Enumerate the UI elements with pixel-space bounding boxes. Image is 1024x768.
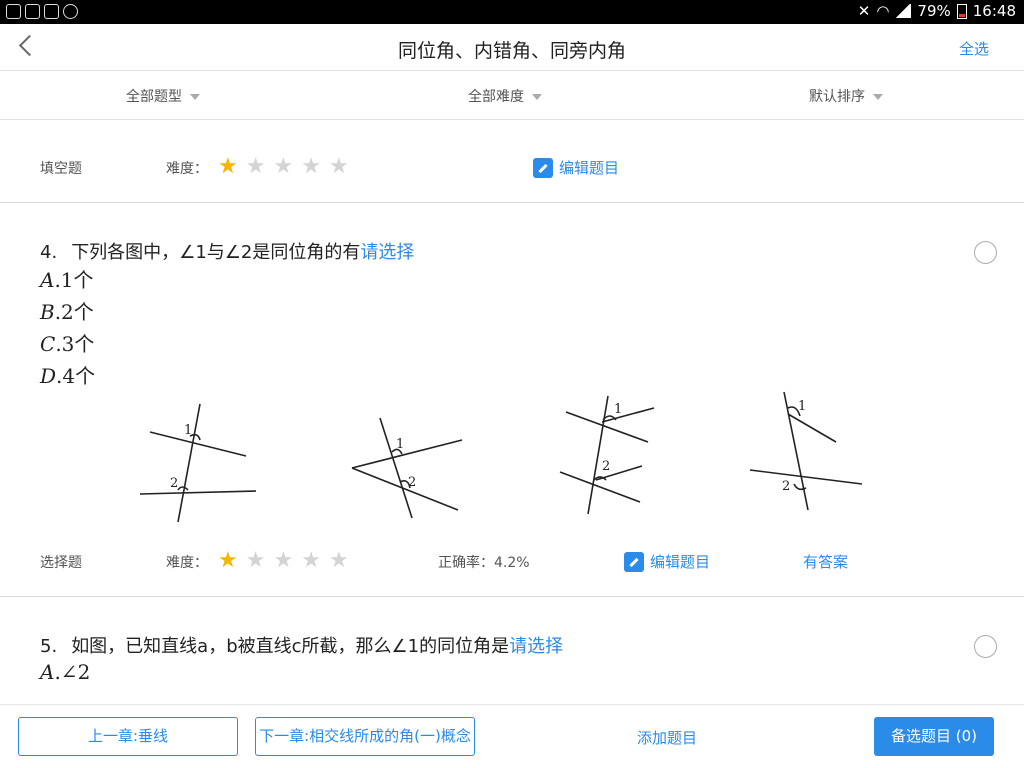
q4-accuracy: 正确率：4.2% xyxy=(438,555,530,571)
q3-type: 填空题 xyxy=(40,161,82,177)
next-chapter-button[interactable]: 下一章:相交线所成的角(一)概念 xyxy=(255,717,475,756)
q4-option-a: A.1个 xyxy=(40,264,94,293)
q4-option-b: B.2个 xyxy=(40,296,94,325)
mute-icon: ✕ xyxy=(857,2,871,20)
app-header: 同位角、内错角、同旁内角 全选 xyxy=(0,24,1024,71)
clock: 16:48 xyxy=(972,2,1016,20)
edit-icon xyxy=(624,551,644,572)
q4-stem-text-b: ∠1与∠2是同位角的有 xyxy=(179,242,361,263)
star-icon: ★ xyxy=(273,154,294,179)
q4-angle-figures: 1 2 1 2 1 2 1 2 xyxy=(139,391,863,523)
status-bar: ✕ ◠ 79% 16:48 xyxy=(0,0,1024,24)
fig1-label-2: 2 xyxy=(170,476,178,491)
add-question-button[interactable]: 添加题目 xyxy=(637,727,697,748)
download-notification-icon xyxy=(44,4,59,19)
star-icon: ★ xyxy=(218,548,238,573)
option-text: .∠2 xyxy=(54,660,91,684)
divider xyxy=(0,596,1024,597)
q5-select-radio[interactable] xyxy=(974,635,997,658)
star-icon: ★ xyxy=(301,548,321,573)
edit-icon xyxy=(533,157,553,178)
q4-stem-text-a: 下列各图中， xyxy=(71,242,180,263)
fig2-label-1: 1 xyxy=(396,437,404,452)
filter-sort[interactable]: 默认排序 xyxy=(809,86,883,106)
fig3-label-2: 2 xyxy=(602,459,610,474)
q4-difficulty-label: 难度： xyxy=(166,555,208,571)
caret-down-icon xyxy=(190,94,200,100)
page-title: 同位角、内错角、同旁内角 xyxy=(397,40,626,62)
option-letter: B xyxy=(40,300,55,324)
filter-type[interactable]: 全部题型 xyxy=(126,86,200,106)
q4-type: 选择题 xyxy=(40,555,82,571)
fig4-label-1: 1 xyxy=(798,399,806,414)
option-letter: A xyxy=(40,268,55,292)
option-text: .2个 xyxy=(54,300,94,324)
option-text: .3个 xyxy=(55,332,95,356)
q3-edit-button[interactable]: 编辑题目 xyxy=(533,157,619,178)
q5-option-a: A.∠2 xyxy=(40,660,90,684)
bottom-action-bar: 上一章:垂线 下一章:相交线所成的角(一)概念 添加题目 备选题目 (0) xyxy=(0,704,1024,768)
option-letter: A xyxy=(40,660,55,684)
filter-bar: 全部题型 全部难度 默认排序 xyxy=(0,71,1024,120)
fig1-label-1: 1 xyxy=(184,423,192,438)
star-icon: ★ xyxy=(218,154,238,179)
q5-stem-text: 如图，已知直线a，b被直线c所截，那么∠1的同位角是 xyxy=(71,636,510,657)
star-icon: ★ xyxy=(273,548,294,573)
q4-edit-label: 编辑题目 xyxy=(650,553,711,571)
option-text: .1个 xyxy=(54,268,94,292)
star-icon: ★ xyxy=(328,548,349,573)
filter-sort-label: 默认排序 xyxy=(809,89,865,105)
q4-difficulty-stars: ★ ★ ★ ★ ★ xyxy=(218,550,349,572)
app-notification-icon xyxy=(6,4,21,19)
option-text: .4个 xyxy=(56,364,96,388)
q4-option-c: C.3个 xyxy=(40,328,94,357)
battery-percent: 79% xyxy=(917,2,951,20)
star-icon: ★ xyxy=(245,548,266,573)
q4-answer-link[interactable]: 有答案 xyxy=(803,551,848,572)
battery-icon xyxy=(956,3,967,19)
q5-number: 5. xyxy=(40,636,58,657)
q3-difficulty-label: 难度： xyxy=(166,161,208,177)
filter-type-label: 全部题型 xyxy=(126,89,182,105)
prev-chapter-button[interactable]: 上一章:垂线 xyxy=(18,717,238,756)
divider xyxy=(0,202,1024,203)
q3-edit-label: 编辑题目 xyxy=(559,159,620,177)
caret-down-icon xyxy=(532,94,542,100)
selected-questions-button[interactable]: 备选题目 (0) xyxy=(874,717,994,756)
q5-choose-link[interactable]: 请选择 xyxy=(509,636,563,657)
option-letter: D xyxy=(40,364,57,388)
blocked-icon xyxy=(63,4,78,19)
q4-choose-link[interactable]: 请选择 xyxy=(360,242,414,263)
q4-number: 4. xyxy=(40,242,58,263)
caret-down-icon xyxy=(873,94,883,100)
option-letter: C xyxy=(40,332,56,356)
q4-option-d: D.4个 xyxy=(40,360,95,389)
fig3-label-1: 1 xyxy=(614,402,622,417)
fig2-label-2: 2 xyxy=(408,475,416,490)
filter-difficulty-label: 全部难度 xyxy=(468,89,524,105)
notification-icons xyxy=(6,4,78,19)
star-icon: ★ xyxy=(328,154,349,179)
q3-difficulty-stars: ★ ★ ★ ★ ★ xyxy=(218,156,349,178)
star-icon: ★ xyxy=(245,154,266,179)
signal-icon xyxy=(895,4,912,18)
q5-stem: 5. 如图，已知直线a，b被直线c所截，那么∠1的同位角是请选择 xyxy=(40,632,563,658)
fig4-label-2: 2 xyxy=(782,479,790,494)
q4-stem: 4. 下列各图中，∠1与∠2是同位角的有请选择 xyxy=(40,238,414,264)
q4-edit-button[interactable]: 编辑题目 xyxy=(624,551,710,572)
filter-difficulty[interactable]: 全部难度 xyxy=(468,86,542,106)
select-all-button[interactable]: 全选 xyxy=(959,38,989,59)
wifi-icon: ◠ xyxy=(876,2,890,20)
star-icon: ★ xyxy=(301,154,321,179)
app-notification-icon xyxy=(25,4,40,19)
q4-select-radio[interactable] xyxy=(974,241,997,264)
